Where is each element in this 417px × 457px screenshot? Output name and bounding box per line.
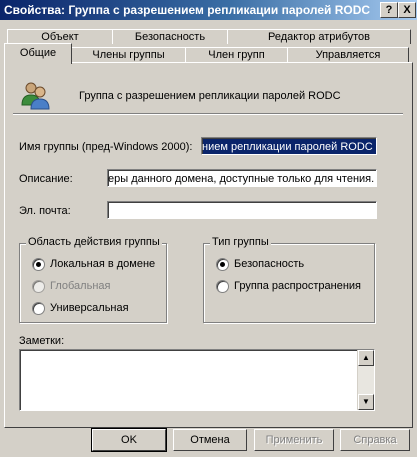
tab-attribute-editor[interactable]: Редактор атрибутов xyxy=(227,29,411,44)
notes-textarea[interactable]: ▲ ▼ xyxy=(19,349,375,411)
scroll-down-icon[interactable]: ▼ xyxy=(358,394,374,410)
pre2000-name-field[interactable]: нием репликации паролей RODC xyxy=(201,137,377,155)
general-tab-panel: Группа с разрешением репликации паролей … xyxy=(4,62,413,428)
notes-scrollbar[interactable]: ▲ ▼ xyxy=(357,350,374,410)
apply-button: Применить xyxy=(254,429,334,451)
tab-member-of[interactable]: Член групп xyxy=(185,47,288,63)
type-distribution-radio[interactable] xyxy=(216,280,229,293)
window-title: Свойства: Группа с разрешением репликаци… xyxy=(4,3,371,17)
tab-object[interactable]: Объект xyxy=(7,29,113,44)
help-dialog-button: Справка xyxy=(340,429,410,451)
notes-label: Заметки: xyxy=(19,335,65,347)
description-label: Описание: xyxy=(19,173,73,185)
cancel-button[interactable]: Отмена xyxy=(173,429,247,451)
type-security-radio[interactable] xyxy=(216,258,229,271)
group-type-legend: Тип группы xyxy=(210,236,271,248)
close-button[interactable]: X xyxy=(398,2,416,18)
pre2000-name-value: нием репликации паролей RODC xyxy=(202,141,373,153)
tab-general[interactable]: Общие xyxy=(4,43,72,64)
group-scope-box: Область действия группы Локальная в доме… xyxy=(19,236,167,323)
help-button[interactable]: ? xyxy=(380,2,398,18)
tab-members[interactable]: Члены группы xyxy=(71,47,186,63)
scope-global-radio xyxy=(32,280,45,293)
description-field[interactable]: еры данного домена, доступные только для… xyxy=(107,169,377,187)
email-label: Эл. почта: xyxy=(19,205,71,217)
type-security-label[interactable]: Безопасность xyxy=(234,258,304,270)
scroll-up-icon[interactable]: ▲ xyxy=(358,350,374,366)
scope-domain-local-label[interactable]: Локальная в домене xyxy=(50,258,155,270)
group-name-display: Группа с разрешением репликации паролей … xyxy=(79,90,341,102)
pre2000-label: Имя группы (пред-Windows 2000): xyxy=(19,141,193,153)
title-bar[interactable]: Свойства: Группа с разрешением репликаци… xyxy=(0,0,417,20)
scope-universal-radio[interactable] xyxy=(32,302,45,315)
scope-universal-label[interactable]: Универсальная xyxy=(50,302,129,314)
group-scope-legend: Область действия группы xyxy=(26,236,162,248)
ok-button[interactable]: OK xyxy=(91,428,167,452)
group-icon xyxy=(21,82,50,110)
scope-global-label: Глобальная xyxy=(50,280,111,292)
scope-domain-local-radio[interactable] xyxy=(32,258,45,271)
group-type-box: Тип группы Безопасность Группа распростр… xyxy=(203,236,375,323)
tab-security[interactable]: Безопасность xyxy=(112,29,228,44)
separator xyxy=(13,113,403,115)
tab-managed-by[interactable]: Управляется xyxy=(287,47,409,63)
type-distribution-label[interactable]: Группа распространения xyxy=(234,280,361,292)
description-value: еры данного домена, доступные только для… xyxy=(108,173,375,185)
email-field[interactable] xyxy=(107,201,377,219)
